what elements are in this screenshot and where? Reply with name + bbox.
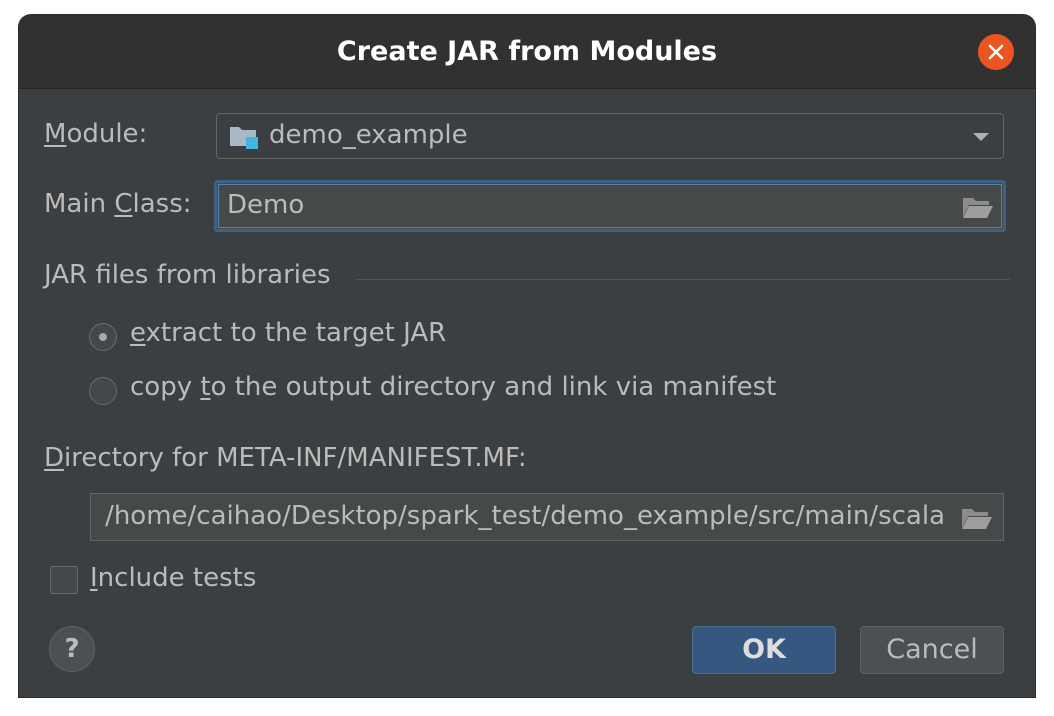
browse-manifest-button[interactable] [961,506,993,534]
folder-open-icon [962,509,992,529]
include-tests-label[interactable]: Include tests [90,563,256,593]
extract-option-label[interactable]: extract to the target JAR [130,318,446,348]
copy-option-label[interactable]: copy to the output directory and link vi… [130,372,776,402]
module-folder-icon [230,127,258,149]
dialog-title: Create JAR from Modules [336,36,718,67]
libraries-group-title: JAR files from libraries [44,260,331,290]
folder-open-icon [963,198,993,218]
copy-radio[interactable] [89,377,117,405]
module-value: demo_example [269,120,468,150]
chevron-down-icon [973,133,989,141]
dialog-window: Create JAR from Modules Module: demo_exa… [19,15,1035,697]
close-button[interactable] [978,34,1014,70]
cancel-button[interactable]: Cancel [860,626,1004,674]
radio-selected-dot [99,333,107,341]
main-class-label: Main Class: [44,189,192,219]
main-class-field[interactable] [214,180,1006,232]
module-dropdown[interactable]: demo_example [216,113,1004,159]
extract-radio[interactable] [89,323,117,351]
help-button[interactable]: ? [49,626,95,672]
title-bar: Create JAR from Modules [19,15,1035,89]
close-icon [988,44,1004,60]
manifest-directory-value[interactable]: /home/caihao/Desktop/spark_test/demo_exa… [105,501,945,531]
module-label: Module: [44,119,148,149]
manifest-directory-label: Directory for META-INF/MANIFEST.MF: [44,443,527,473]
manifest-directory-field[interactable]: /home/caihao/Desktop/spark_test/demo_exa… [90,493,1004,541]
main-class-input[interactable] [227,187,947,223]
browse-main-class-button[interactable] [962,195,994,223]
include-tests-checkbox[interactable] [50,566,78,594]
ok-button[interactable]: OK [692,626,836,674]
group-separator [356,279,1010,280]
